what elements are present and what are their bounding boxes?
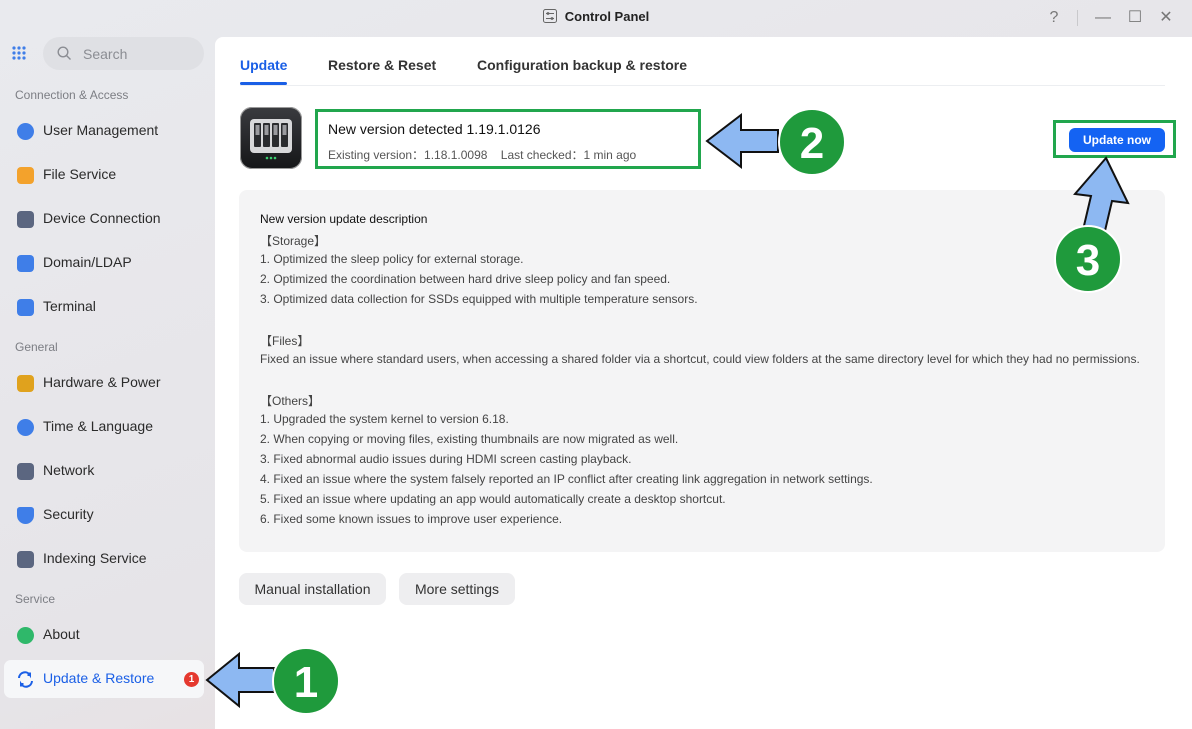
description-line: 6. Fixed some known issues to improve us… (260, 512, 563, 526)
maximize-icon[interactable]: ☐ (1125, 8, 1145, 28)
description-heading: New version update description (260, 212, 428, 226)
sidebar-item-label: User Management (43, 122, 159, 138)
section-connection-access: Connection & Access (15, 88, 129, 102)
search-icon (57, 46, 71, 60)
description-line: 3. Optimized data collection for SSDs eq… (260, 292, 698, 306)
indexing-icon (17, 551, 34, 568)
sidebar: Search Connection & Access User Manageme… (0, 36, 214, 729)
sidebar-item-device-connection[interactable]: Device Connection (4, 200, 204, 238)
last-checked: Last checked：1 min ago (500, 148, 637, 162)
existing-version: Existing version：1.18.1.0098 (328, 148, 488, 162)
sidebar-item-indexing-service[interactable]: Indexing Service (4, 540, 204, 578)
description-line: 2. Optimized the coordination between ha… (260, 272, 671, 286)
minimize-icon[interactable]: — (1093, 8, 1113, 28)
sidebar-item-label: Indexing Service (43, 550, 147, 566)
description-line: 【Files】 (260, 334, 310, 348)
description-line: Fixed an issue where standard users, whe… (260, 352, 1140, 366)
sidebar-item-terminal[interactable]: Terminal (4, 288, 204, 326)
manual-installation-button[interactable]: Manual installation (239, 573, 386, 605)
new-version-title: New version detected 1.19.1.0126 (328, 121, 541, 137)
notification-badge: 1 (184, 672, 199, 687)
control-panel-icon (542, 9, 557, 23)
hardware-icon (17, 375, 34, 392)
description-line: 3. Fixed abnormal audio issues during HD… (260, 452, 632, 466)
section-service: Service (15, 592, 56, 606)
window-title-text: Control Panel (564, 9, 650, 24)
sidebar-item-label: File Service (43, 166, 117, 182)
section-general: General (15, 340, 58, 354)
tab-restore-reset[interactable]: Restore & Reset (328, 57, 436, 73)
domain-icon (17, 255, 34, 272)
sidebar-item-network[interactable]: Network (4, 452, 204, 490)
sidebar-item-label: Time & Language (43, 418, 153, 434)
title-bar: Control Panel ? — ☐ ✕ (0, 0, 1192, 36)
device-icon (17, 211, 34, 228)
sidebar-item-file-service[interactable]: File Service (4, 156, 204, 194)
sidebar-item-security[interactable]: Security (4, 496, 204, 534)
sidebar-item-update-restore[interactable]: Update & Restore 1 (4, 660, 204, 698)
shield-icon (17, 507, 34, 524)
sidebar-item-time-language[interactable]: Time & Language (4, 408, 204, 446)
sidebar-item-label: Network (43, 462, 95, 478)
close-icon[interactable]: ✕ (1156, 8, 1176, 28)
sidebar-item-label: Device Connection (43, 210, 161, 226)
sidebar-item-user-management[interactable]: User Management (4, 112, 204, 150)
description-line: 1. Optimized the sleep policy for extern… (260, 252, 524, 266)
description-line: 【Others】 (260, 394, 321, 408)
sidebar-item-label: About (43, 626, 80, 642)
update-description-panel: New version update description 【Storage】… (239, 190, 1165, 552)
globe-icon (17, 419, 34, 436)
update-now-highlight: Update now (1053, 120, 1176, 158)
version-info-highlight: New version detected 1.19.1.0126 Existin… (315, 109, 701, 169)
more-settings-button[interactable]: More settings (399, 573, 515, 605)
sidebar-item-label: Hardware & Power (43, 374, 161, 390)
tab-update[interactable]: Update (240, 57, 288, 85)
sidebar-item-label: Security (43, 506, 94, 522)
app-grid-icon[interactable] (11, 45, 27, 61)
sidebar-item-about[interactable]: About (4, 616, 204, 654)
sidebar-item-label: Terminal (43, 298, 96, 314)
description-line: 4. Fixed an issue where the system false… (260, 472, 873, 486)
description-line: 5. Fixed an issue where updating an app … (260, 492, 726, 506)
window-title: Control Panel (0, 9, 1192, 24)
sidebar-item-hardware-power[interactable]: Hardware & Power (4, 364, 204, 402)
search-input[interactable]: Search (43, 37, 204, 70)
sidebar-item-label: Update & Restore (43, 670, 155, 686)
description-line: 【Storage】 (260, 234, 327, 248)
network-icon (17, 463, 34, 480)
nas-device-icon (240, 107, 302, 169)
help-icon[interactable]: ? (1044, 8, 1064, 28)
sidebar-item-label: Domain/LDAP (43, 254, 132, 270)
tab-configuration-backup[interactable]: Configuration backup & restore (477, 57, 687, 73)
description-line: 2. When copying or moving files, existin… (260, 432, 679, 446)
folder-icon (17, 167, 34, 184)
version-details: Existing version：1.18.1.0098 Last checke… (328, 146, 636, 163)
sidebar-item-domain-ldap[interactable]: Domain/LDAP (4, 244, 204, 282)
title-separator (1077, 10, 1078, 26)
info-icon (17, 627, 34, 644)
tab-bar: Update Restore & Reset Configuration bac… (240, 37, 1165, 86)
sync-icon (18, 671, 33, 688)
description-line: 1. Upgraded the system kernel to version… (260, 412, 509, 426)
search-placeholder: Search (83, 46, 128, 62)
main-panel: Update Restore & Reset Configuration bac… (215, 37, 1192, 729)
terminal-icon (17, 299, 34, 316)
update-now-button[interactable]: Update now (1069, 128, 1165, 152)
users-icon (17, 123, 34, 140)
